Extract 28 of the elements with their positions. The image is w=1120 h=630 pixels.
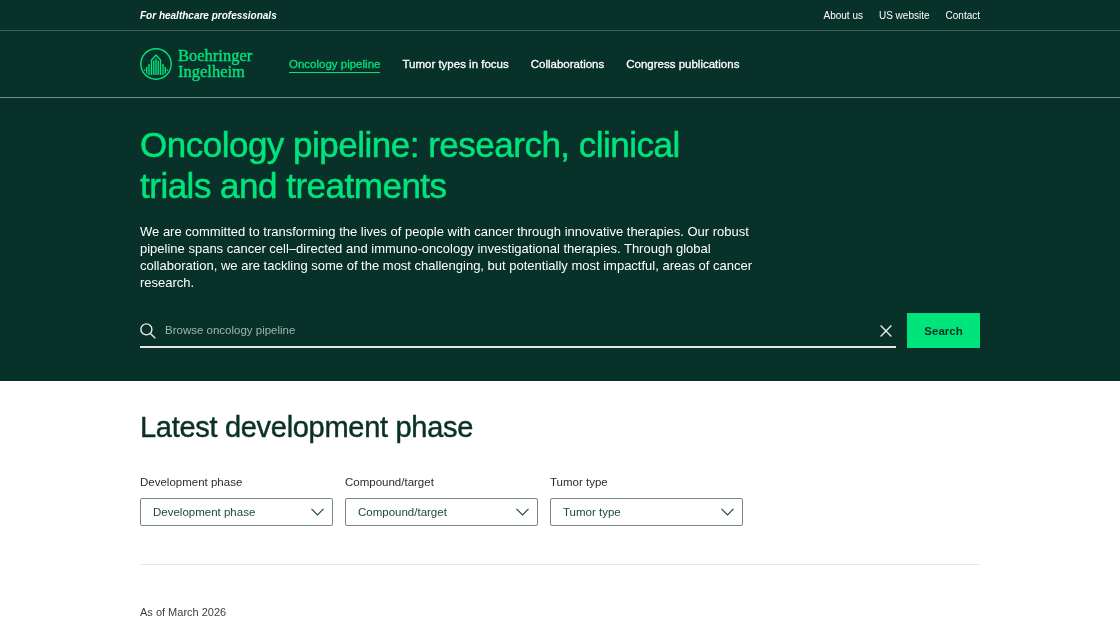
section-heading: Latest development phase [140,410,473,444]
logo-wordmark[interactable]: Boehringer [178,48,253,64]
filter-label: Tumor type [550,475,608,489]
chevron-down-icon [516,508,529,516]
clear-icon[interactable] [880,324,892,337]
filter-label: Compound/target [345,475,434,489]
top-link[interactable]: Contact [945,9,980,21]
top-link[interactable]: About us [823,9,863,21]
filter-label: Development phase [140,475,243,489]
page-title: Oncology pipeline: research, clinical trials and treatments [140,124,681,206]
intro-paragraph: We are committed to transforming the lives of people with cancer through innovative therapies. Our robust pipeline spans cancer cell–directed and immuno-oncology investigational therapies. Through global collaboration, we are tackling some of the most challenging, but potentially most impactful, areas of cancer research. [140,223,754,291]
search-field[interactable]: Browse oncology pipeline [140,313,896,348]
chevron-down-icon [311,508,324,516]
nav-tab[interactable]: Tumor types in focus [402,55,509,73]
nav-tab[interactable]: Oncology pipeline [289,55,381,73]
audience-label: For healthcare professionals [140,9,277,21]
logo-emblem-icon [140,48,172,80]
as-of-date: As of March 2026 [140,605,227,619]
nav-tab[interactable]: Collaborations [530,55,605,73]
dropdown[interactable]: Tumor type [550,498,743,526]
top-link[interactable]: US website [878,9,930,21]
search-button[interactable]: Search [907,313,980,348]
dropdown[interactable]: Compound/target [345,498,538,526]
search-icon [140,322,156,339]
logo-wordmark[interactable]: Ingelheim [178,64,245,80]
dropdown[interactable]: Development phase [140,498,333,526]
nav-tab[interactable]: Congress publications [626,55,740,73]
chevron-down-icon [721,508,734,516]
